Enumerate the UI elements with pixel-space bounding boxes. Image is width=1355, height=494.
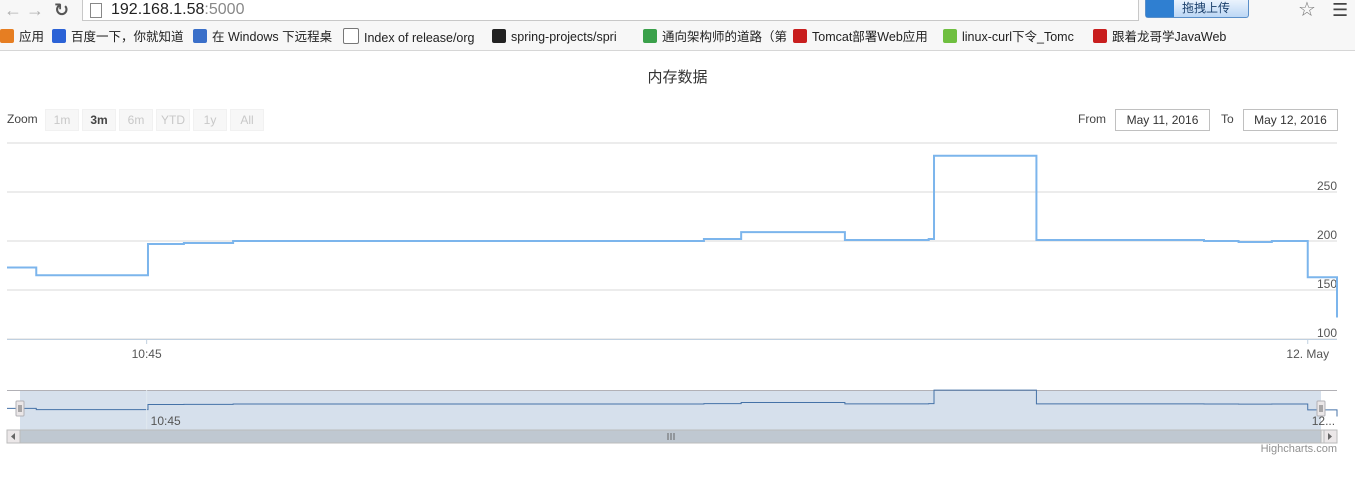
navigator-label: 10:45 [151,414,181,428]
navigator-right-handle[interactable] [1316,400,1326,417]
y-tick-label: 100 [1317,326,1337,340]
y-tick-label: 200 [1317,228,1337,242]
y-tick-label: 150 [1317,277,1337,291]
navigator-selected-mask[interactable] [20,390,1321,430]
navigator-left-handle[interactable] [15,400,25,417]
x-tick-label: 12. May [1286,347,1329,361]
y-tick-label: 250 [1317,179,1337,193]
x-tick-label: 10:45 [132,347,162,361]
stock-chart: 10015020025010:45 12. May10:45 12... [6,142,1338,444]
credits-link[interactable]: Highcharts.com [1261,443,1337,455]
series-line [7,154,1338,318]
